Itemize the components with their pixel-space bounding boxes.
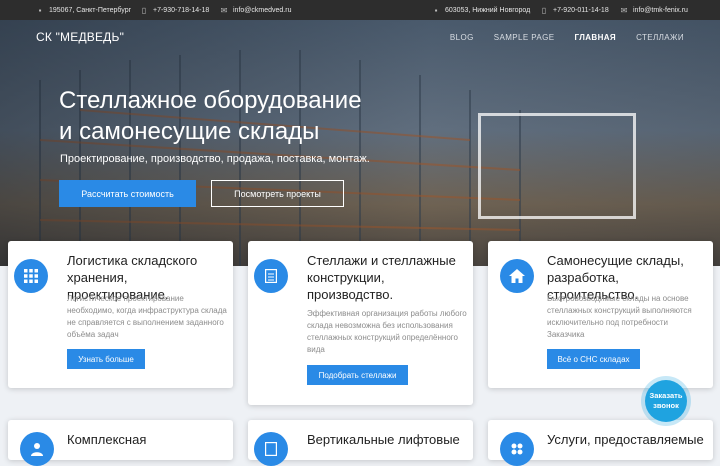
mail-icon: ✉: [620, 5, 628, 15]
document-icon: [254, 259, 288, 293]
learn-more-button[interactable]: Узнать больше: [67, 349, 145, 369]
service-card-logistics: Логистика складского хранения, проектиро…: [8, 241, 233, 388]
card-text: Логистическое проектирование необходимо,…: [67, 294, 227, 339]
phone-icon: ▯: [541, 5, 547, 15]
user-icon: [20, 432, 54, 466]
grid-icon: [14, 259, 48, 293]
card-text: Быстровозводимые склады на основе стелла…: [547, 294, 692, 339]
contact-email-spb[interactable]: ✉ info@ckmedved.ru: [220, 0, 292, 20]
dots-icon: [500, 432, 534, 466]
service-card-warehouses: Самонесущие склады, разработка, строител…: [488, 241, 713, 388]
nav-item-racks[interactable]: СТЕЛЛАЖИ: [636, 33, 684, 42]
nav-item-home[interactable]: ГЛАВНАЯ: [574, 33, 616, 42]
nav-item-sample-page[interactable]: SAMPLE PAGE: [494, 33, 555, 42]
nav-item-blog[interactable]: BLOG: [450, 33, 474, 42]
document-icon: [254, 432, 288, 466]
contact-email-nn[interactable]: ✉ info@tmk-fenix.ru: [620, 0, 688, 20]
service-card-racks: Стеллажи и стеллажные конструкции, произ…: [248, 241, 473, 405]
mail-icon: ✉: [220, 5, 228, 15]
service-card-vertical-lifts: Вертикальные лифтовые: [248, 420, 473, 466]
service-card-complex: Комплексная: [8, 420, 233, 466]
sns-warehouses-button[interactable]: Всё о СНС складах: [547, 349, 640, 369]
contact-address-spb: ▪ 195067, Санкт-Петербург: [36, 0, 132, 20]
hero-subtitle: Проектирование, производство, продажа, п…: [60, 153, 370, 165]
contact-bar: ▪ 195067, Санкт-Петербург ▯ +7-930-718-1…: [0, 0, 720, 20]
contact-phone-nn[interactable]: ▯ +7-920-011-14-18: [540, 0, 609, 20]
hero-title: Стеллажное оборудование и самонесущие ск…: [59, 87, 362, 145]
home-icon: [500, 259, 534, 293]
phone-icon: ▯: [141, 5, 147, 15]
card-title: Услуги, предоставляемые: [547, 432, 704, 447]
map-marker-icon: ▪: [38, 5, 42, 15]
rack-frame-decor: [478, 113, 636, 219]
choose-racks-button[interactable]: Подобрать стеллажи: [307, 365, 408, 385]
main-navigation: СК "МЕДВЕДЬ" BLOG SAMPLE PAGE ГЛАВНАЯ СТ…: [0, 20, 720, 56]
callback-button[interactable]: Заказать звонок: [645, 380, 687, 422]
card-title: Вертикальные лифтовые: [307, 432, 460, 447]
map-marker-icon: ▪: [434, 5, 438, 15]
view-projects-button[interactable]: Посмотреть проекты: [211, 180, 344, 207]
card-text: Эффективная организация работы любого ск…: [307, 309, 467, 354]
nav-menu: BLOG SAMPLE PAGE ГЛАВНАЯ СТЕЛЛАЖИ: [450, 33, 684, 42]
card-title: Стеллажи и стеллажные конструкции, произ…: [307, 253, 456, 302]
card-title: Комплексная: [67, 432, 147, 447]
site-logo[interactable]: СК "МЕДВЕДЬ": [36, 30, 124, 44]
contact-phone-spb[interactable]: ▯ +7-930-718-14-18: [140, 0, 209, 20]
service-card-services: Услуги, предоставляемые: [488, 420, 713, 466]
contact-address-nn: ▪ 603053, Нижний Новгород: [432, 0, 531, 20]
calculate-cost-button[interactable]: Рассчитать стоимость: [59, 180, 196, 207]
